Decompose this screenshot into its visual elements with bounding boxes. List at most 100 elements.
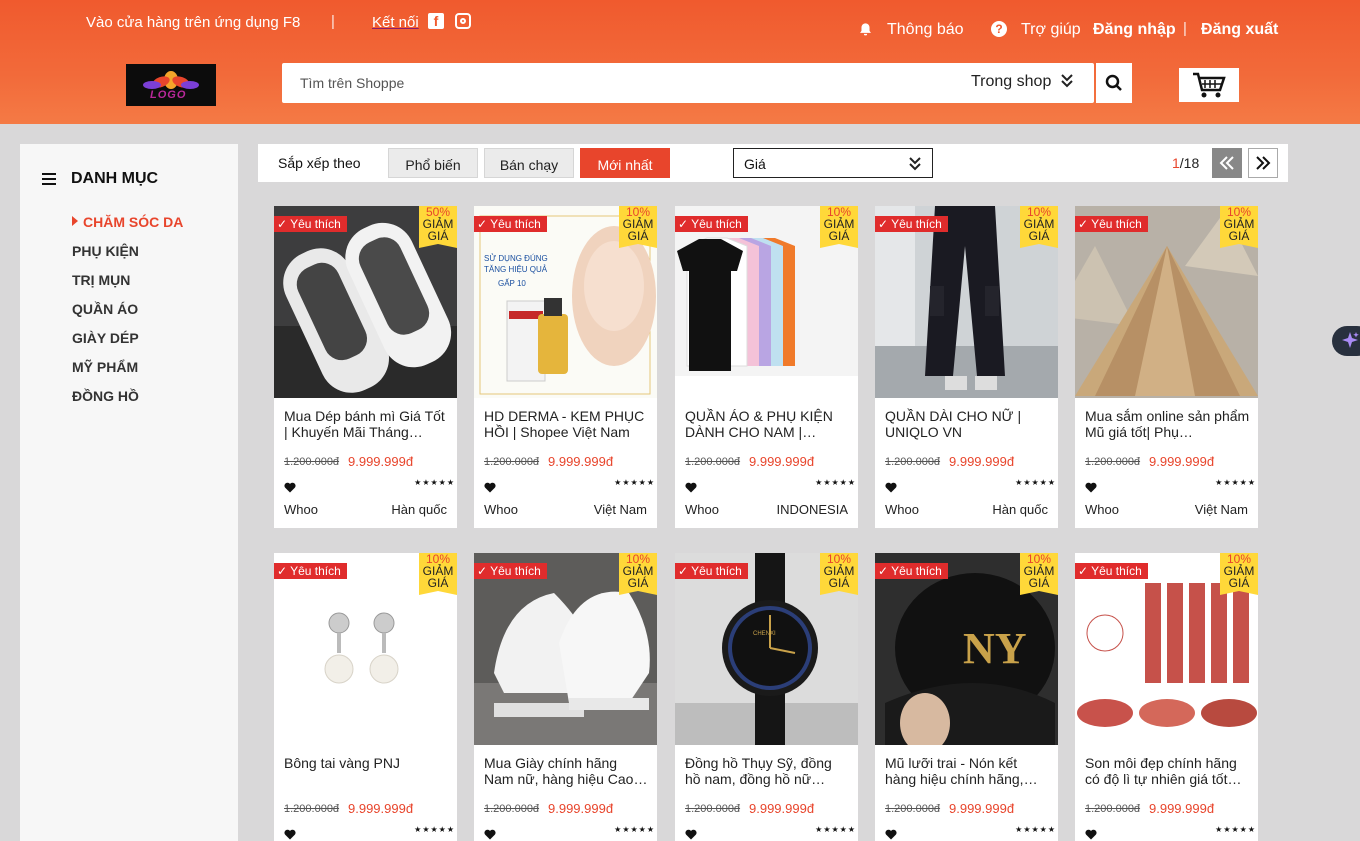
- discount-badge: 10% GIẢM GIÁ: [619, 553, 657, 595]
- rating-stars: ★★★★★: [614, 478, 655, 487]
- product-name[interactable]: Mua Dép bánh mì Giá Tốt | Khuyến Mãi Thá…: [284, 408, 449, 440]
- double-chevron-down-icon[interactable]: [1060, 73, 1074, 94]
- sidebar-item-acne[interactable]: TRỊ MỤN: [72, 272, 130, 288]
- sidebar-title: DANH MỤC: [71, 170, 159, 187]
- site-logo[interactable]: LOGO: [126, 64, 216, 106]
- product-card[interactable]: Yêu thích 10%GIẢM GIÁ Bông tai vàng PNJ …: [274, 553, 457, 841]
- sidebar-item-clothes[interactable]: QUẦN ÁO: [72, 301, 138, 317]
- connect-label: Kết nối: [372, 14, 419, 31]
- search-button[interactable]: [1096, 63, 1132, 103]
- product-name[interactable]: Mua Giày chính hãng Nam nữ, hàng hiệu Ca…: [484, 755, 649, 787]
- search-scope-label[interactable]: Trong shop: [971, 73, 1051, 91]
- favorite-badge: Yêu thích: [875, 563, 948, 579]
- heart-icon[interactable]: [1085, 827, 1097, 841]
- sidebar-item-cosmetics[interactable]: MỸ PHẨM: [72, 359, 138, 375]
- original-price: 1.200.000đ: [284, 803, 340, 815]
- product-name[interactable]: Bông tai vàng PNJ: [284, 755, 449, 787]
- discount-label: GIẢM GIÁ: [1223, 564, 1255, 590]
- heart-icon[interactable]: [685, 480, 697, 498]
- sidebar-item-skincare[interactable]: CHĂM SÓC DA: [72, 214, 183, 230]
- product-name[interactable]: QUẦN DÀI CHO NỮ | UNIQLO VN: [885, 408, 1050, 440]
- product-origin: Hàn quốc: [992, 502, 1048, 517]
- price-sort-label: Giá: [744, 156, 766, 172]
- sale-price: 9.999.999đ: [348, 454, 414, 469]
- sidebar-item-watches[interactable]: ĐỒNG HỒ: [72, 388, 139, 404]
- sale-price: 9.999.999đ: [749, 801, 815, 816]
- rating-stars: ★★★★★: [815, 478, 856, 487]
- product-brand: Whoo: [885, 502, 919, 517]
- heart-icon[interactable]: [284, 827, 296, 841]
- sidebar-item-accessories[interactable]: PHỤ KIỆN: [72, 243, 139, 259]
- sidebar-item-label: PHỤ KIỆN: [72, 243, 139, 259]
- sale-price: 9.999.999đ: [348, 801, 414, 816]
- product-card[interactable]: Yêu thích 10%GIẢM GIÁ Son môi đẹp chính …: [1075, 553, 1258, 841]
- discount-badge: 10% GIẢM GIÁ: [1220, 206, 1258, 248]
- sale-price: 9.999.999đ: [949, 801, 1015, 816]
- product-card[interactable]: SỬ DỤNG ĐÚNG TĂNG HIỆU QUẢ GẤP 10 Yêu thíc…: [474, 206, 657, 528]
- heart-icon[interactable]: [885, 827, 897, 841]
- product-name[interactable]: Đồng hồ Thụy Sỹ, đồng hồ nam, đồng hồ nữ…: [685, 755, 850, 787]
- product-origin: Việt Nam: [593, 502, 647, 517]
- sort-bestseller-button[interactable]: Bán chạy: [484, 148, 574, 178]
- favorite-badge: Yêu thích: [474, 216, 547, 232]
- product-card[interactable]: Yêu thích 10%GIẢM GIÁ QUẦN DÀI CHO NỮ | …: [875, 206, 1058, 528]
- discount-badge: 50% GIẢM GIÁ: [419, 206, 457, 248]
- cart-button[interactable]: [1179, 68, 1239, 102]
- prev-page-button[interactable]: [1212, 148, 1242, 178]
- login-link[interactable]: Đăng nhập: [1093, 21, 1176, 39]
- product-name[interactable]: Mua sắm online sản phẩm Mũ giá tốt| Phụ…: [1085, 408, 1250, 440]
- rating-stars: ★★★★★: [815, 825, 856, 834]
- help-link[interactable]: Trợ giúp: [1021, 21, 1081, 39]
- price-sort-select[interactable]: Giá: [733, 148, 933, 178]
- discount-badge: 10% GIẢM GIÁ: [419, 553, 457, 595]
- heart-icon[interactable]: [685, 827, 697, 841]
- product-card[interactable]: Yêu thích 10%GIẢM GIÁ Mua Giày chính hãn…: [474, 553, 657, 841]
- logout-link[interactable]: Đăng xuất: [1201, 21, 1278, 39]
- heart-icon[interactable]: [484, 480, 496, 498]
- sort-popular-button[interactable]: Phổ biến: [388, 148, 478, 178]
- notification-link[interactable]: Thông báo: [887, 21, 964, 39]
- product-name[interactable]: HD DERMA - KEM PHỤC HỒI | Shopee Việt Na…: [484, 408, 649, 440]
- product-name[interactable]: Mũ lưỡi trai - Nón kết hàng hiệu chính h…: [885, 755, 1050, 787]
- discount-badge: 10% GIẢM GIÁ: [820, 206, 858, 248]
- double-chevron-right-icon: [1256, 156, 1271, 170]
- next-page-button[interactable]: [1248, 148, 1278, 178]
- menu-icon[interactable]: [42, 172, 56, 190]
- heart-icon[interactable]: [284, 480, 296, 498]
- discount-badge: 10% GIẢM GIÁ: [1020, 206, 1058, 248]
- rating-stars: ★★★★★: [414, 478, 455, 487]
- product-name[interactable]: Son môi đẹp chính hãng có độ lì tự nhiên…: [1085, 755, 1250, 787]
- heart-icon[interactable]: [1085, 480, 1097, 498]
- product-name[interactable]: QUẦN ÁO & PHỤ KIỆN DÀNH CHO NAM |…: [685, 408, 850, 440]
- product-card[interactable]: NY Yêu thích 10%GIẢM GIÁ Mũ lưỡi trai - …: [875, 553, 1058, 841]
- product-brand: Whoo: [1085, 502, 1119, 517]
- product-card[interactable]: CHENXI Yêu thích 10%GIẢM GIÁ Đồng hồ Thụ…: [675, 553, 858, 841]
- sidebar-item-label: ĐỒNG HỒ: [72, 388, 139, 404]
- assistant-button[interactable]: [1332, 326, 1360, 356]
- bell-icon[interactable]: [858, 22, 873, 41]
- discount-badge: 10% GIẢM GIÁ: [820, 553, 858, 595]
- sparkle-icon: [1342, 332, 1359, 348]
- sort-filter-bar: Sắp xếp theo Phổ biến Bán chạy Mới nhất …: [258, 144, 1288, 182]
- heart-icon[interactable]: [885, 480, 897, 498]
- product-card[interactable]: Yêu thích 10%GIẢM GIÁ Mua sắm online sản…: [1075, 206, 1258, 528]
- app-download-link[interactable]: Vào cửa hàng trên ứng dụng F8: [86, 14, 300, 31]
- favorite-badge: Yêu thích: [274, 216, 347, 232]
- product-card[interactable]: Yêu thích 10%GIẢM GIÁ QUẦN ÁO & PHỤ KIỆN…: [675, 206, 858, 528]
- heart-icon[interactable]: [484, 827, 496, 841]
- top-bar: Vào cửa hàng trên ứng dụng F8 | Kết nối …: [0, 0, 1360, 46]
- help-icon[interactable]: ?: [991, 21, 1007, 37]
- favorite-badge: Yêu thích: [274, 563, 347, 579]
- facebook-icon[interactable]: f: [428, 13, 444, 29]
- discount-label: GIẢM GIÁ: [422, 217, 454, 243]
- instagram-icon[interactable]: [455, 13, 471, 29]
- sidebar-item-shoes[interactable]: GIÀY DÉP: [72, 330, 139, 346]
- sidebar-item-label: TRỊ MỤN: [72, 272, 131, 288]
- product-card[interactable]: Yêu thích 50%GIẢM GIÁ Mua Dép bánh mì Gi…: [274, 206, 457, 528]
- page-indicator: 1/18: [1172, 155, 1199, 171]
- original-price: 1.200.000đ: [685, 456, 741, 468]
- site-header: Vào cửa hàng trên ứng dụng F8 | Kết nối …: [0, 0, 1360, 124]
- total-pages: /18: [1179, 155, 1200, 171]
- sort-newest-button[interactable]: Mới nhất: [580, 148, 670, 178]
- search-input[interactable]: [300, 63, 900, 103]
